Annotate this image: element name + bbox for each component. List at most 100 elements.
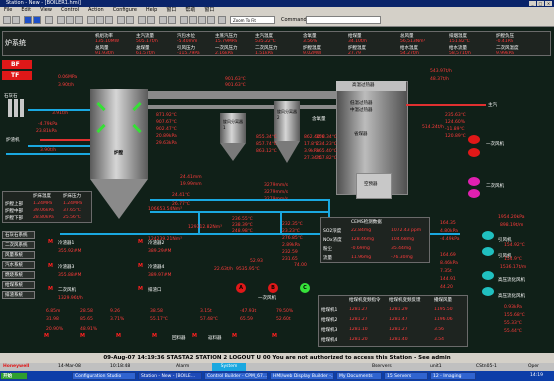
command-input[interactable] bbox=[306, 16, 381, 24]
btn-limestone-system[interactable]: 石灰石系统 bbox=[2, 231, 35, 239]
close-button[interactable]: × bbox=[545, 1, 552, 6]
alarm-button[interactable]: Alarm bbox=[176, 363, 189, 371]
task-station[interactable]: Station - New - [BOILE... bbox=[138, 372, 202, 380]
trend-icon[interactable] bbox=[75, 16, 83, 24]
feeder-c-motor[interactable]: C bbox=[300, 283, 310, 293]
motor-m-10[interactable]: M bbox=[152, 333, 157, 339]
bottom-label-6: 一次风机 bbox=[258, 296, 276, 301]
message-icon[interactable] bbox=[126, 16, 134, 24]
motor-m-11[interactable]: M bbox=[192, 333, 197, 339]
btn-steam-water-system[interactable]: 汽水系统 bbox=[2, 261, 35, 269]
flow-value-2: 52.93 bbox=[250, 259, 263, 264]
menu-file[interactable]: File bbox=[4, 7, 12, 14]
hp-fan-a[interactable] bbox=[482, 271, 494, 280]
back-icon[interactable] bbox=[24, 16, 32, 24]
system-icon[interactable] bbox=[105, 16, 113, 24]
flue-val-4: 8.46kPa bbox=[440, 261, 458, 266]
motor-m-2[interactable]: M bbox=[138, 239, 143, 245]
menu-control[interactable]: Control bbox=[61, 7, 79, 14]
fan-label-5: 高压流化风机 bbox=[498, 294, 525, 299]
motor-m-6[interactable]: M bbox=[138, 286, 143, 292]
btn-air-volume-system[interactable]: 风量系统 bbox=[2, 251, 35, 259]
task-configuration-studio[interactable]: Configuration Studio bbox=[72, 372, 136, 380]
sep-val-1: 857.74℃ bbox=[256, 142, 277, 147]
menu-action[interactable]: Action bbox=[88, 7, 104, 14]
unit-label: unit1 bbox=[430, 364, 442, 369]
feeder-row-1-v3: 1196.06 bbox=[434, 317, 453, 322]
btn-slag-system[interactable]: 排渣系统 bbox=[2, 291, 35, 299]
menu-view[interactable]: View bbox=[40, 7, 52, 14]
group-icon[interactable] bbox=[96, 16, 104, 24]
feeder-a-motor[interactable]: A bbox=[236, 283, 246, 293]
brand-logo: Honeywell bbox=[3, 364, 30, 369]
print-icon[interactable] bbox=[45, 16, 53, 24]
menu-help[interactable]: Help bbox=[146, 7, 157, 14]
secondary-fan-a[interactable] bbox=[468, 177, 480, 186]
detail-icon[interactable] bbox=[87, 16, 95, 24]
hp-fan-b[interactable] bbox=[482, 287, 494, 296]
motor-m-1[interactable]: M bbox=[48, 239, 53, 245]
menu-configure[interactable]: Configure bbox=[113, 7, 137, 14]
task-servers[interactable]: 15 Servers bbox=[384, 372, 428, 380]
id-fan-a[interactable] bbox=[482, 231, 494, 240]
acknowledge-icon[interactable] bbox=[138, 16, 146, 24]
primary-fan-a[interactable] bbox=[468, 135, 480, 144]
id-fan-b[interactable] bbox=[482, 247, 494, 256]
favorite-icon[interactable] bbox=[168, 16, 176, 24]
motor-m-8[interactable]: M bbox=[80, 333, 85, 339]
system-button[interactable]: System bbox=[212, 363, 246, 371]
motor-m-4[interactable]: M bbox=[138, 263, 143, 269]
bottom-val-17: 79.50% bbox=[276, 309, 294, 314]
bed-table-h1: 炉床温度 bbox=[33, 194, 51, 199]
forward-icon[interactable] bbox=[33, 16, 41, 24]
feeder-row-2-v1: 1281.10 bbox=[349, 327, 368, 332]
btn-secondary-air-system[interactable]: 二次风系统 bbox=[2, 241, 35, 249]
fan-val-7: 55.33℃ bbox=[504, 321, 522, 326]
btn-combustion-system[interactable]: 燃烧系统 bbox=[2, 271, 35, 279]
feeder-row-1-label: 给煤机2 bbox=[321, 318, 338, 323]
motor-m-13[interactable]: M bbox=[272, 333, 277, 339]
menu-edit[interactable]: Edit bbox=[21, 7, 31, 14]
feeder-b-motor[interactable]: B bbox=[268, 283, 278, 293]
motor-m-7[interactable]: M bbox=[44, 333, 49, 339]
btn-coal-feed-system[interactable]: 给煤系统 bbox=[2, 281, 35, 289]
flue-val-2: -4.49kPa bbox=[440, 237, 460, 242]
alarm-icon[interactable] bbox=[57, 16, 65, 24]
task-display-builder[interactable]: HMI/web Display Builder -... bbox=[270, 372, 334, 380]
tf-button[interactable]: TF bbox=[2, 71, 32, 80]
bottom-val-16: 65.59 bbox=[240, 317, 253, 322]
task-my-documents[interactable]: My Documents bbox=[336, 372, 382, 380]
task-imaging[interactable]: 12 - Imaging bbox=[430, 372, 476, 380]
feeder-row-0-v1: 1281.27 bbox=[349, 307, 368, 312]
zoom-in-icon[interactable] bbox=[198, 16, 206, 24]
zoom-out-icon[interactable] bbox=[207, 16, 215, 24]
menu-window-cn[interactable]: 窗口 bbox=[166, 7, 176, 14]
motor-m-12[interactable]: M bbox=[232, 333, 237, 339]
main-steam-label: 主汽 bbox=[488, 103, 497, 108]
primary-fan-b[interactable] bbox=[468, 148, 480, 157]
motor-m-9[interactable]: M bbox=[116, 333, 121, 339]
bottom-val-5: 6.85m bbox=[46, 309, 61, 314]
flue-duct-2 bbox=[148, 105, 338, 109]
new-icon[interactable] bbox=[3, 16, 11, 24]
task-control-builder[interactable]: Control Builder - CPM_67... bbox=[204, 372, 268, 380]
motor-m-5[interactable]: M bbox=[48, 286, 53, 292]
zoom-select[interactable]: Zoom To Fit bbox=[230, 16, 275, 24]
bf-button[interactable]: BF bbox=[2, 60, 32, 69]
menu-window-cn-2[interactable]: 窗口 bbox=[204, 7, 214, 14]
menu-help-cn[interactable]: 帮助 bbox=[185, 7, 195, 14]
maximize-button[interactable]: □ bbox=[537, 1, 544, 6]
minimize-button[interactable]: _ bbox=[529, 1, 536, 6]
silence-icon[interactable] bbox=[147, 16, 155, 24]
help-icon[interactable] bbox=[180, 16, 188, 24]
pan-icon[interactable] bbox=[218, 16, 226, 24]
motor-m-3[interactable]: M bbox=[48, 263, 53, 269]
report-icon[interactable] bbox=[117, 16, 125, 24]
fit-icon[interactable] bbox=[189, 16, 197, 24]
open-icon[interactable] bbox=[12, 16, 20, 24]
page-icon[interactable] bbox=[159, 16, 167, 24]
secondary-fan-b[interactable] bbox=[468, 189, 480, 198]
start-button[interactable]: 开始 bbox=[0, 372, 28, 380]
event-icon[interactable] bbox=[66, 16, 74, 24]
mid-val-0: 3279mm/s bbox=[264, 183, 289, 188]
